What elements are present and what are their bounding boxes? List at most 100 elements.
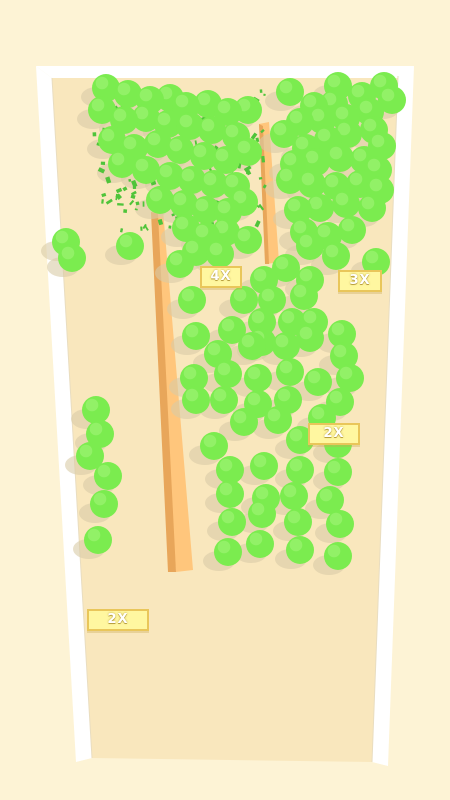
tree-highlight (225, 124, 239, 138)
tree (276, 78, 304, 106)
tree-highlight (185, 324, 199, 338)
multiplier-gate-2x-right[interactable]: 2X (308, 423, 360, 445)
tree (94, 462, 122, 490)
tree-highlight (149, 188, 163, 202)
game-stage[interactable]: 4X 3X 2X 2X (0, 0, 450, 800)
tree (82, 396, 110, 424)
tree-highlight (237, 140, 251, 154)
tree (116, 232, 144, 260)
tree-highlight (279, 360, 293, 374)
tree-highlight (233, 410, 247, 424)
tree-highlight (301, 172, 315, 186)
tree-highlight (319, 488, 333, 502)
tree-highlight (111, 152, 125, 166)
tree-highlight (329, 390, 343, 404)
tree-highlight (283, 152, 297, 166)
tree-highlight (303, 310, 317, 324)
tree-highlight (123, 136, 137, 150)
tree-highlight (251, 502, 265, 516)
tree-highlight (295, 136, 309, 150)
tree (212, 146, 240, 174)
tree-highlight (61, 246, 75, 260)
tree (230, 408, 258, 436)
tree (146, 186, 174, 214)
tree-highlight (135, 158, 149, 172)
tree-highlight (327, 460, 341, 474)
tree-highlight (253, 454, 267, 468)
tree-highlight (91, 98, 105, 112)
tree (166, 136, 194, 164)
tree (324, 458, 352, 486)
tree (284, 508, 312, 536)
tree (298, 170, 326, 198)
tree (132, 156, 160, 184)
tree-highlight (289, 110, 303, 124)
tree-highlight (289, 428, 303, 442)
tree-highlight (175, 216, 189, 230)
tree-highlight (139, 88, 153, 102)
tree (216, 480, 244, 508)
tree-highlight (179, 114, 193, 128)
tree-highlight (207, 342, 221, 356)
tree-highlight (325, 174, 339, 188)
tree-highlight (221, 510, 235, 524)
tree-highlight (185, 240, 199, 254)
tree-highlight (185, 388, 199, 402)
multiplier-gate-2x-left[interactable]: 2X (87, 609, 149, 631)
tree-highlight (335, 106, 349, 120)
tree-highlight (173, 192, 187, 206)
tree (218, 508, 246, 536)
back-wall (36, 66, 414, 78)
tree (58, 244, 86, 272)
tree (200, 432, 228, 460)
tree-highlight (361, 196, 375, 210)
tree-highlight (233, 288, 247, 302)
tree-highlight (351, 84, 365, 98)
multiplier-gate-3x[interactable]: 3X (338, 270, 382, 292)
tree (338, 216, 366, 244)
tree-highlight (371, 134, 385, 148)
tree-highlight (181, 288, 195, 302)
tree-highlight (79, 444, 93, 458)
leaf-particle (100, 161, 106, 165)
tree (182, 386, 210, 414)
tree (322, 242, 350, 270)
tree (286, 536, 314, 564)
tree-highlight (119, 234, 133, 248)
tree (198, 116, 226, 144)
tree-highlight (373, 74, 387, 88)
tree-highlight (317, 224, 331, 238)
tree-highlight (299, 234, 313, 248)
tree (358, 194, 386, 222)
tree-highlight (221, 318, 235, 332)
tree-highlight (365, 250, 379, 264)
tree (336, 364, 364, 392)
tree-highlight (273, 122, 287, 136)
tree (248, 500, 276, 528)
tree-highlight (327, 74, 341, 88)
tree-highlight (283, 484, 297, 498)
tree-highlight (219, 458, 233, 472)
tree-highlight (289, 458, 303, 472)
tree-highlight (303, 94, 317, 108)
tree (214, 538, 242, 566)
multiplier-gate-4x[interactable]: 4X (200, 266, 242, 288)
playfield[interactable] (0, 0, 450, 800)
tree-highlight (289, 538, 303, 552)
tree-highlight (209, 242, 223, 256)
leaf-particle (123, 209, 128, 214)
tree (326, 510, 354, 538)
tree (296, 232, 324, 260)
tree-highlight (279, 168, 293, 182)
tree-highlight (101, 128, 115, 142)
tree-highlight (217, 540, 231, 554)
tree (286, 456, 314, 484)
tree-highlight (279, 80, 293, 94)
tree (216, 456, 244, 484)
tree-highlight (329, 512, 343, 526)
tree-highlight (147, 132, 161, 146)
tree (324, 542, 352, 570)
tree (264, 406, 292, 434)
tree (90, 490, 118, 518)
tree-highlight (293, 284, 307, 298)
